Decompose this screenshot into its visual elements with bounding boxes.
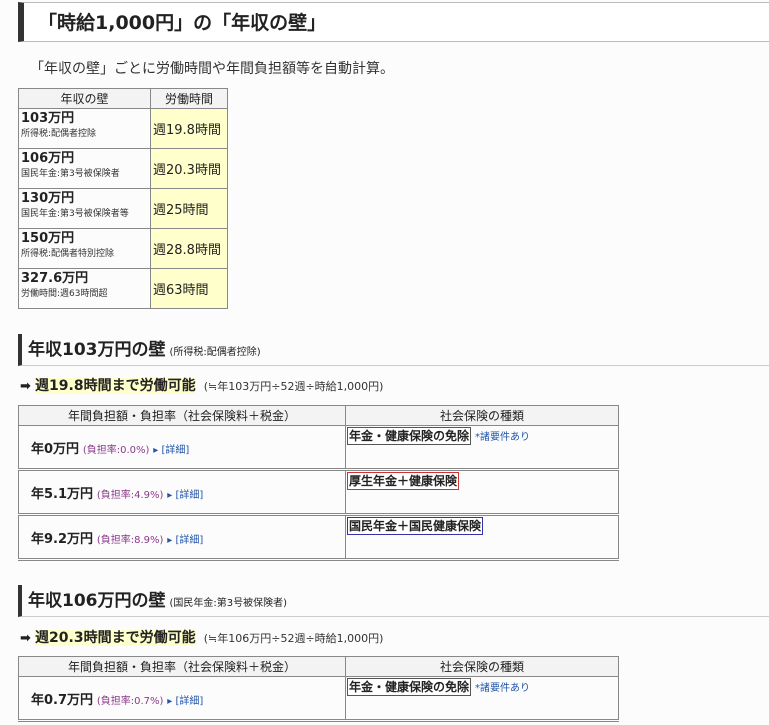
- hours-formula: (≒年103万円÷52週÷時給1,000円): [203, 380, 384, 393]
- wall-subtitle: 所得税:配偶者特別控除: [21, 249, 115, 259]
- insurance-badge: 年金・健康保険の免除: [347, 427, 472, 445]
- summary-table: 年収の壁 労働時間 103万円 所得税:配偶者控除 週19.8時間 106万円 …: [18, 88, 228, 309]
- burden-header-row: 年間負担額・負担率（社会保険料＋税金） 社会保険の種類: [18, 405, 619, 426]
- section-heading-106: 年収106万円の壁 (国民年金:第3号被保険者): [18, 585, 769, 617]
- burden-amount: 年5.1万円: [31, 486, 94, 502]
- arrow-right-icon: ➡: [20, 379, 31, 394]
- burden-rate: (負担率:8.9%): [96, 534, 164, 546]
- wall-subtitle: 労働時間:週63時間超: [21, 289, 108, 299]
- hours-cell: 週63時間: [150, 268, 228, 309]
- hours-line-106: ➡ 週20.3時間まで労働可能 (≒年106万円÷52週÷時給1,000円): [20, 627, 383, 647]
- summary-row: 150万円 所得税:配偶者特別控除 週28.8時間: [18, 228, 228, 269]
- wall-cell: 150万円 所得税:配偶者特別控除: [18, 228, 151, 269]
- hours-formula: (≒年106万円÷52週÷時給1,000円): [203, 632, 384, 645]
- section-title: 年収106万円の壁: [28, 591, 166, 611]
- hours-highlight: 週20.3時間まで労働可能: [35, 630, 196, 646]
- wall-cell: 327.6万円 労働時間:週63時間超: [18, 268, 151, 309]
- burden-row: 年0万円 (負担率:0.0%) ▸ [詳細] 年金・健康保険の免除 *諸要件あり: [18, 425, 619, 471]
- summary-row: 103万円 所得税:配偶者控除 週19.8時間: [18, 108, 228, 149]
- wall-subtitle: 所得税:配偶者控除: [21, 129, 97, 139]
- wall-amount: 327.6万円: [21, 271, 89, 286]
- hours-cell: 週25時間: [150, 188, 228, 229]
- wall-cell: 103万円 所得税:配偶者控除: [18, 108, 151, 149]
- hours-cell: 週28.8時間: [150, 228, 228, 269]
- burden-table-106: 年間負担額・負担率（社会保険料＋税金） 社会保険の種類 年0.7万円 (負担率:…: [18, 656, 619, 722]
- burden-header-insurance: 社会保険の種類: [345, 405, 619, 426]
- section-heading-103: 年収103万円の壁 (所得税:配偶者控除): [18, 334, 769, 366]
- requirements-link[interactable]: *諸要件あり: [475, 432, 530, 443]
- wall-subtitle: 国民年金:第3号被保険者等: [21, 209, 129, 219]
- burden-amount-cell: 年5.1万円 (負担率:4.9%) ▸ [詳細]: [18, 469, 346, 516]
- insurance-cell: 厚生年金＋健康保険: [345, 469, 619, 516]
- summary-header-wall: 年収の壁: [18, 88, 151, 109]
- burden-table-103: 年間負担額・負担率（社会保険料＋税金） 社会保険の種類 年0万円 (負担率:0.…: [18, 405, 619, 561]
- burden-rate: (負担率:0.7%): [96, 695, 164, 707]
- burden-header-amount: 年間負担額・負担率（社会保険料＋税金）: [18, 405, 346, 426]
- burden-header-insurance: 社会保険の種類: [345, 656, 619, 677]
- burden-amount: 年0万円: [31, 441, 80, 457]
- detail-link[interactable]: ▸ [詳細]: [167, 696, 203, 707]
- burden-amount: 年9.2万円: [31, 531, 94, 547]
- insurance-badge: 国民年金＋国民健康保険: [347, 517, 484, 535]
- page-title: 「時給1,000円」の「年収の壁」: [18, 2, 769, 42]
- detail-link[interactable]: ▸ [詳細]: [167, 490, 203, 501]
- hours-line-103: ➡ 週19.8時間まで労働可能 (≒年103万円÷52週÷時給1,000円): [20, 375, 383, 395]
- wall-cell: 106万円 国民年金:第3号被保険者: [18, 148, 151, 189]
- burden-amount-cell: 年0.7万円 (負担率:0.7%) ▸ [詳細]: [18, 676, 346, 722]
- hours-highlight: 週19.8時間まで労働可能: [35, 378, 196, 394]
- burden-row: 年9.2万円 (負担率:8.9%) ▸ [詳細] 国民年金＋国民健康保険: [18, 514, 619, 561]
- insurance-cell: 年金・健康保険の免除 *諸要件あり: [345, 676, 619, 722]
- burden-amount-cell: 年0万円 (負担率:0.0%) ▸ [詳細]: [18, 425, 346, 471]
- section-note: (国民年金:第3号被保険者): [169, 598, 288, 609]
- wall-subtitle: 国民年金:第3号被保険者: [21, 169, 120, 179]
- insurance-cell: 年金・健康保険の免除 *諸要件あり: [345, 425, 619, 471]
- burden-header-row: 年間負担額・負担率（社会保険料＋税金） 社会保険の種類: [18, 656, 619, 677]
- section-note: (所得税:配偶者控除): [169, 347, 261, 358]
- wall-amount: 106万円: [21, 151, 75, 166]
- wall-amount: 103万円: [21, 111, 75, 126]
- insurance-badge: 厚生年金＋健康保険: [347, 472, 460, 490]
- burden-amount-cell: 年9.2万円 (負担率:8.9%) ▸ [詳細]: [18, 514, 346, 561]
- burden-row: 年5.1万円 (負担率:4.9%) ▸ [詳細] 厚生年金＋健康保険: [18, 469, 619, 516]
- hours-cell: 週19.8時間: [150, 108, 228, 149]
- wall-amount: 150万円: [21, 231, 75, 246]
- burden-row: 年0.7万円 (負担率:0.7%) ▸ [詳細] 年金・健康保険の免除 *諸要件あ…: [18, 676, 619, 722]
- section-title: 年収103万円の壁: [28, 340, 166, 360]
- summary-row: 106万円 国民年金:第3号被保険者 週20.3時間: [18, 148, 228, 189]
- detail-link[interactable]: ▸ [詳細]: [153, 445, 189, 456]
- summary-row: 130万円 国民年金:第3号被保険者等 週25時間: [18, 188, 228, 229]
- summary-header-row: 年収の壁 労働時間: [18, 88, 228, 109]
- summary-header-hours: 労働時間: [150, 88, 228, 109]
- wall-amount: 130万円: [21, 191, 75, 206]
- wall-cell: 130万円 国民年金:第3号被保険者等: [18, 188, 151, 229]
- burden-header-amount: 年間負担額・負担率（社会保険料＋税金）: [18, 656, 346, 677]
- hours-cell: 週20.3時間: [150, 148, 228, 189]
- intro-text: 「年収の壁」ごとに労働時間や年間負担額等を自動計算。: [30, 61, 394, 77]
- burden-rate: (負担率:0.0%): [82, 444, 150, 456]
- burden-amount: 年0.7万円: [31, 692, 94, 708]
- burden-rate: (負担率:4.9%): [96, 489, 164, 501]
- arrow-right-icon: ➡: [20, 631, 31, 646]
- summary-row: 327.6万円 労働時間:週63時間超 週63時間: [18, 268, 228, 309]
- detail-link[interactable]: ▸ [詳細]: [167, 535, 203, 546]
- insurance-badge: 年金・健康保険の免除: [347, 678, 472, 696]
- insurance-cell: 国民年金＋国民健康保険: [345, 514, 619, 561]
- requirements-link[interactable]: *諸要件あり: [475, 683, 530, 694]
